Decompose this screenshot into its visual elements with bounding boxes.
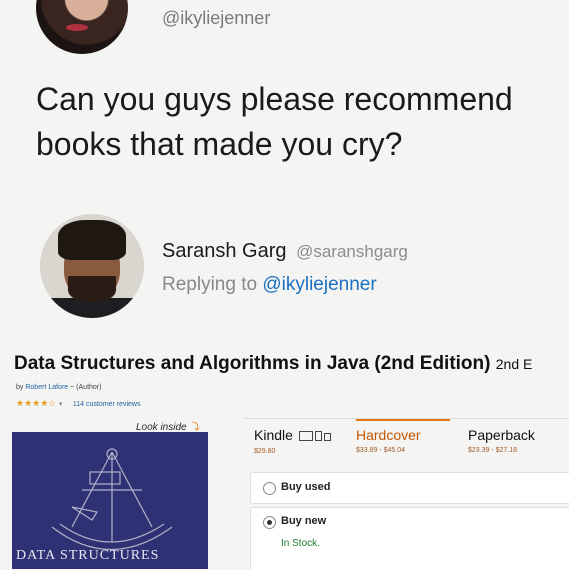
- stock-status: In Stock.: [281, 538, 320, 549]
- format-paperback-price: $23.39 - $27.18: [468, 447, 518, 454]
- format-kindle[interactable]: Kindle $29.80: [254, 427, 331, 455]
- reply-author[interactable]: Saransh Garg @saranshgarg: [162, 240, 408, 263]
- format-hardcover-price: $33.89 - $45.04: [356, 447, 406, 454]
- buy-used-option[interactable]: Buy used: [250, 472, 569, 504]
- look-inside-link[interactable]: Look inside ⤵: [136, 418, 199, 433]
- format-kindle-label: Kindle: [254, 427, 293, 443]
- cover-title-text: DATA STRUCTURES: [16, 548, 160, 563]
- device-icons: [297, 428, 331, 444]
- format-hardcover-label: Hardcover: [356, 427, 421, 443]
- buy-used-label: Buy used: [281, 481, 331, 493]
- product-title-text: Data Structures and Algorithms in Java (…: [14, 353, 491, 374]
- buy-new-label: Buy new: [281, 515, 327, 527]
- buy-new-radio[interactable]: [263, 516, 276, 529]
- replying-to-handle[interactable]: @ikyliejenner: [262, 274, 376, 295]
- reply-display-name[interactable]: Saransh Garg: [162, 240, 287, 262]
- original-tweet-text: Can you guys please recommend books that…: [36, 81, 513, 162]
- format-kindle-price: $29.80: [254, 448, 276, 456]
- product-title: Data Structures and Algorithms in Java (…: [14, 353, 532, 375]
- review-count-link[interactable]: 114 customer reviews: [73, 401, 141, 408]
- product-author: by Robert Lafore ~ (Author): [16, 384, 102, 391]
- author-link[interactable]: Robert Lafore: [25, 384, 68, 391]
- buy-used-radio[interactable]: [263, 482, 276, 495]
- saransh-avatar[interactable]: [40, 214, 144, 318]
- format-hardcover[interactable]: Hardcover $33.89 - $45.04: [356, 419, 450, 475]
- author-prefix: by: [16, 384, 24, 391]
- reply-handle[interactable]: @saranshgarg: [296, 242, 408, 261]
- replying-to: Replying to @ikyliejenner: [162, 274, 377, 296]
- format-paperback[interactable]: Paperback $23.39 - $27.18: [468, 427, 535, 454]
- format-selector: Kindle $29.80 Hardcover $33.89 - $45.04 …: [244, 418, 569, 473]
- author-role: (Author): [76, 384, 102, 391]
- star-rating-icon[interactable]: ★★★★☆: [16, 398, 56, 408]
- product-title-suffix: 2nd E: [495, 356, 533, 372]
- original-handle[interactable]: @ikyliejenner: [162, 8, 270, 29]
- replying-to-prefix: Replying to: [162, 274, 258, 295]
- kylie-avatar[interactable]: [36, 0, 128, 54]
- format-paperback-label: Paperback: [468, 427, 535, 443]
- buy-new-option[interactable]: Buy new In Stock.: [250, 507, 569, 570]
- product-rating[interactable]: ★★★★☆ ▾ 114 customer reviews: [16, 398, 140, 409]
